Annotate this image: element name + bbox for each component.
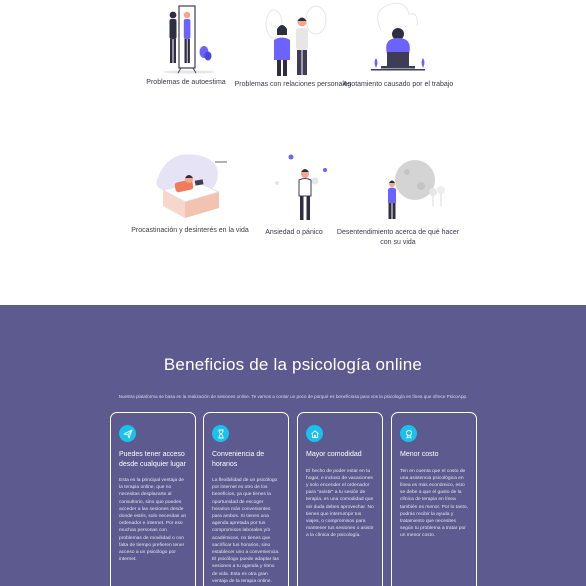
- home-icon: [306, 425, 323, 442]
- benefit-card-access: Puedes tener acceso desde cualquier luga…: [110, 412, 196, 586]
- problem-item-burnout: Agotamiento causado por el trabajo: [333, 2, 463, 90]
- benefit-card-text: El hecho de poder estar en tu hogar, e i…: [306, 468, 374, 539]
- problem-item-life-direction: Desentendimiento acerca de qué hacer con…: [333, 150, 463, 247]
- benefit-card-comfort: Mayor comodidad El hecho de poder estar …: [297, 412, 383, 586]
- couple-illustration-icon: [265, 5, 327, 76]
- benefit-card-text: La flexibilidad de un psicólogo por inte…: [212, 478, 280, 584]
- burnout-laptop-illustration-icon: [371, 2, 425, 71]
- coin-icon: [400, 425, 417, 442]
- benefit-card-text: Ten en cuenta que el costo de una asiste…: [400, 468, 468, 539]
- benefit-card-text: Esta es la principal ventaja de la terap…: [119, 478, 187, 563]
- benefits-intro: Nuestra plataforma se basa en la realiza…: [118, 394, 468, 399]
- benefits-title: Beneficios de la psicología online: [163, 355, 423, 374]
- problem-label: Agotamiento causado por el trabajo: [342, 81, 454, 88]
- benefit-card-schedule: Conveniencia de horarios La flexibilidad…: [203, 412, 289, 586]
- hourglass-icon: [212, 425, 229, 442]
- benefit-card-title: Menor costo: [400, 451, 439, 458]
- mirror-illustration-icon: [163, 5, 215, 74]
- benefit-card-title: Conveniencia de horarios: [212, 451, 265, 468]
- paper-plane-icon: [119, 425, 136, 442]
- benefit-card-cost: Menor costo Ten en cuenta que el costo d…: [391, 412, 477, 586]
- benefit-card-title: Mayor comodidad: [306, 451, 362, 458]
- benefits-section: Beneficios de la psicología online Nuest…: [0, 305, 586, 586]
- problems-section: Problemas de autoestima Problemas con re…: [0, 0, 586, 305]
- moon-illustration-icon: [388, 160, 445, 219]
- benefit-card-title: Puedes tener acceso desde cualquier luga…: [119, 451, 186, 468]
- problem-label: Desentendimiento acerca de qué hacer con…: [336, 229, 460, 246]
